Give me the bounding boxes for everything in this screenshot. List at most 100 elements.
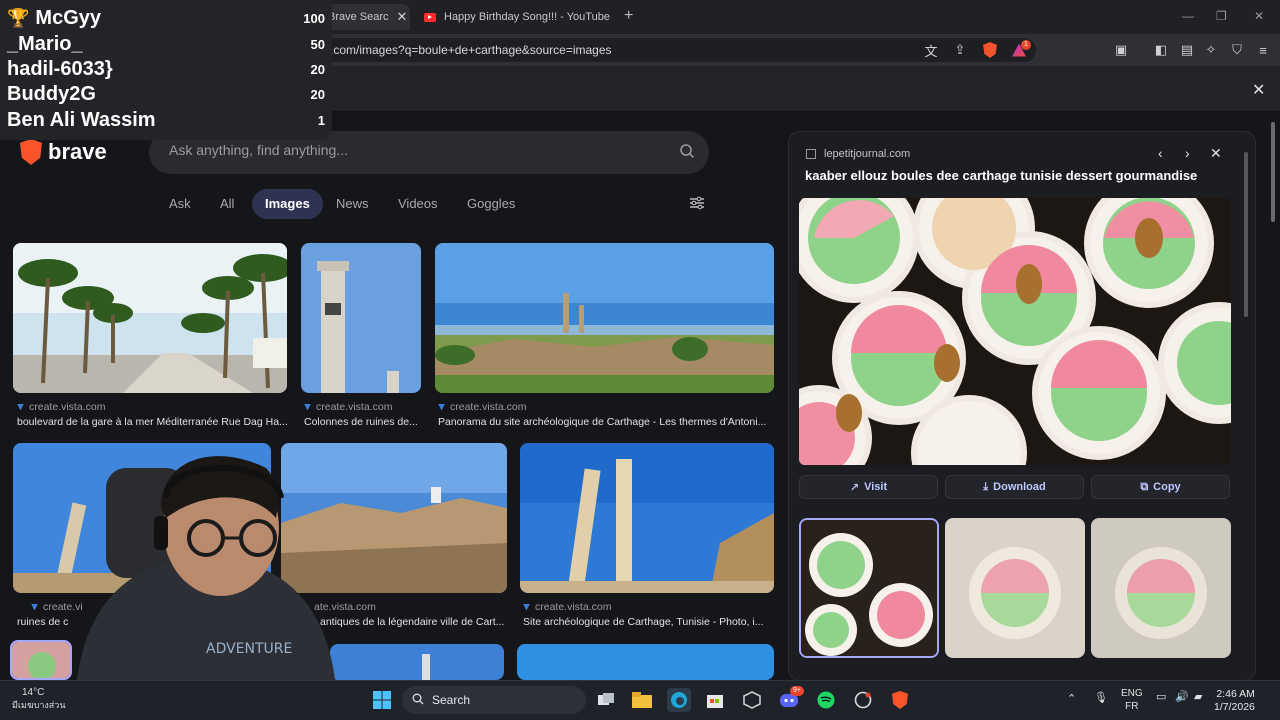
tab-youtube[interactable]: Happy Birthday Song!!! - YouTube (414, 4, 614, 30)
restore-icon[interactable]: ❐ (1216, 9, 1227, 23)
brave-browser-icon[interactable] (888, 688, 912, 712)
tab-ask[interactable]: Ask (156, 189, 204, 219)
task-view-icon[interactable] (594, 688, 618, 712)
image-result-panorama[interactable] (435, 243, 774, 393)
download-button[interactable]: ⤓ Download (945, 475, 1084, 499)
url-text[interactable]: .com/images?q=boule+de+carthage&source=i… (330, 43, 612, 57)
player-score: 1 (317, 113, 325, 128)
copy-button[interactable]: ⧉ Copy (1091, 475, 1230, 499)
image-result-site[interactable] (520, 443, 774, 593)
visit-button[interactable]: ↗ Visit (799, 475, 938, 499)
related-thumb[interactable] (799, 518, 939, 658)
preview-image[interactable] (799, 198, 1231, 465)
discord-badge: 9+ (790, 686, 804, 696)
image-result-boulevard[interactable] (13, 243, 287, 393)
player-score: 20 (310, 62, 325, 77)
wallet-icon[interactable]: ▤ (1178, 41, 1196, 59)
result-caption[interactable]: antiques de la légendaire ville de Cart.… (320, 616, 508, 628)
network-icon[interactable]: ▭ (1156, 690, 1166, 703)
lang-primary: ENG (1121, 688, 1143, 699)
file-explorer-icon[interactable] (630, 688, 654, 712)
windows-start-icon[interactable] (370, 688, 394, 712)
copy-icon: ⧉ (1140, 480, 1149, 493)
leo-ai-icon[interactable]: ✧ (1202, 41, 1220, 59)
battery-icon[interactable]: ▰ (1194, 690, 1202, 703)
minimize-icon[interactable]: — (1182, 9, 1194, 23)
translate-icon[interactable]: 文 (922, 41, 940, 59)
weather-text: มีเมฆบางส่วน (12, 700, 66, 710)
page-scrollbar[interactable] (1268, 112, 1278, 680)
chevron-right-icon[interactable]: › (1185, 145, 1190, 161)
clock[interactable]: 2:46 AM 1/7/2026 (1214, 688, 1255, 714)
tab-all[interactable]: All (207, 189, 247, 219)
related-thumb[interactable] (1091, 518, 1231, 658)
brave-lion-icon (20, 139, 42, 165)
image-result-partial[interactable] (10, 640, 72, 680)
edge-icon[interactable] (667, 688, 691, 712)
tray-overflow-icon[interactable]: ⌃ (1067, 692, 1076, 705)
vpn-icon[interactable]: ⛉ (1228, 41, 1246, 59)
visit-label: Visit (864, 481, 888, 493)
player-name: Buddy2G (7, 83, 96, 105)
panel-domain[interactable]: lepetitjournal.com (806, 148, 910, 160)
taskbar-search[interactable]: Search (402, 686, 586, 714)
close-icon[interactable]: ✕ (1210, 145, 1222, 162)
favicon-icon (806, 149, 816, 159)
brave-logo[interactable]: brave (20, 139, 107, 165)
download-label: Download (993, 481, 1046, 493)
result-caption[interactable]: boulevard de la gare à la mer Méditerran… (17, 416, 289, 428)
share-icon[interactable]: ⇪ (951, 41, 969, 59)
app-icon[interactable] (851, 688, 875, 712)
sidebar-icon[interactable]: ◧ (1152, 41, 1170, 59)
infobar-close-icon[interactable]: ✕ (1252, 80, 1265, 100)
weather-widget[interactable]: 14°C มีเมฆบางส่วน (12, 686, 65, 712)
result-source[interactable]: create.vista.com (17, 401, 105, 413)
tab-goggles[interactable]: Goggles (454, 189, 528, 219)
reader-icon[interactable]: ▣ (1112, 41, 1130, 59)
new-tab-icon[interactable]: + (624, 7, 633, 25)
result-caption[interactable]: Site archéologique de Carthage, Tunisie … (523, 616, 773, 628)
chevron-left-icon[interactable]: ‹ (1158, 145, 1163, 161)
related-thumb[interactable] (945, 518, 1085, 658)
window-close-icon[interactable]: ✕ (1254, 9, 1264, 23)
language-indicator[interactable]: ENG FR (1121, 687, 1143, 713)
result-source[interactable]: create.vista.com (523, 601, 611, 613)
brave-shields-icon[interactable] (981, 41, 999, 59)
microphone-icon[interactable]: 🎙 (1094, 691, 1108, 704)
source-text: create.vista.com (450, 401, 527, 413)
image-result-partial[interactable] (517, 644, 774, 680)
result-caption[interactable]: Panorama du site archéologique de Cartha… (438, 416, 772, 428)
copy-label: Copy (1153, 481, 1181, 493)
panel-title[interactable]: kaaber ellouz boules dee carthage tunisi… (805, 168, 1197, 183)
tab-videos[interactable]: Videos (385, 189, 451, 219)
screen: { "leaderboard": [ {"name": "McGyy", "sc… (0, 0, 1280, 720)
source-text: create.vista.com (535, 601, 612, 613)
temperature: 14°C (22, 687, 45, 698)
result-source[interactable]: create.vista.com (304, 401, 392, 413)
tab-images[interactable]: Images (252, 189, 323, 219)
search-icon (412, 693, 424, 705)
filter-settings-icon[interactable] (689, 195, 705, 211)
player-score: 50 (310, 37, 325, 52)
tab-title: Happy Birthday Song!!! - YouTube (444, 11, 610, 23)
vista-icon (304, 403, 311, 411)
panel-scrollbar[interactable] (1244, 152, 1248, 317)
vista-icon (523, 603, 530, 611)
vista-icon (17, 403, 24, 411)
player-name: Ben Ali Wassim (7, 109, 156, 131)
image-result-columns[interactable] (301, 243, 421, 393)
volume-icon[interactable]: 🔊 (1175, 690, 1189, 703)
external-link-icon: ↗ (849, 481, 860, 494)
search-icon[interactable] (679, 143, 695, 159)
search-input[interactable] (169, 142, 649, 158)
result-source[interactable]: create.vista.com (438, 401, 526, 413)
result-caption[interactable]: Colonnes de ruines de... (304, 416, 422, 428)
search-label: Search (432, 693, 471, 707)
tab-news[interactable]: News (323, 189, 382, 219)
app-cube-icon[interactable] (740, 688, 764, 712)
spotify-icon[interactable] (814, 688, 838, 712)
close-icon[interactable]: ✕ (397, 9, 408, 25)
store-icon[interactable] (703, 688, 727, 712)
menu-icon[interactable]: ≡ (1254, 41, 1272, 59)
image-result-partial[interactable] (330, 644, 504, 680)
